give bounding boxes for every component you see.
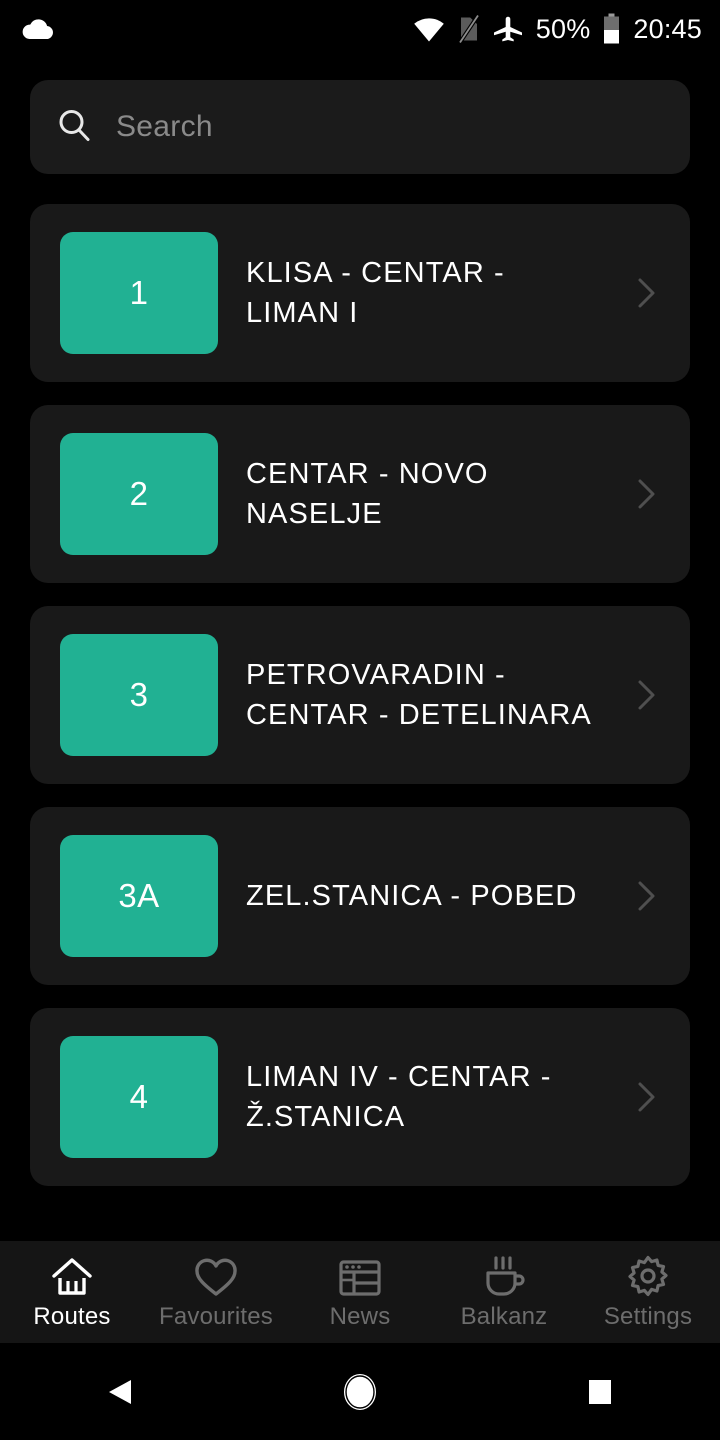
cloud-icon	[20, 17, 54, 41]
chevron-right-icon[interactable]	[630, 876, 664, 916]
search-icon	[56, 107, 92, 148]
nav-item-label: Routes	[33, 1302, 111, 1330]
route-number-badge: 4	[60, 1036, 218, 1158]
nav-item-news[interactable]: News	[288, 1241, 432, 1343]
battery-half-icon	[603, 13, 620, 45]
nav-item-settings[interactable]: Settings	[576, 1241, 720, 1343]
wifi-icon	[413, 16, 445, 42]
route-list: 1 KLISA - CENTAR - LIMAN I 2 CENTAR - NOVO …	[0, 174, 720, 1186]
android-system-nav	[0, 1343, 720, 1440]
bottom-navigation: Routes Favourites News Balkanz Settings	[0, 1241, 720, 1343]
nav-item-label: Balkanz	[460, 1302, 548, 1330]
home-icon	[48, 1256, 96, 1298]
route-card[interactable]: 1 KLISA - CENTAR - LIMAN I	[30, 204, 690, 382]
route-card[interactable]: 3 PETROVARADIN - CENTAR - DETELINARA	[30, 606, 690, 784]
route-name-label: PETROVARADIN - CENTAR - DETELINARA	[246, 658, 592, 731]
route-name-label: ZEL.STANICA - POBED	[246, 879, 578, 912]
route-number-label: 4	[129, 1078, 149, 1115]
status-bar: 50% 20:45	[0, 0, 720, 58]
airplane-mode-icon	[493, 15, 523, 43]
route-card[interactable]: 4 LIMAN IV - CENTAR - Ž.STANICA	[30, 1008, 690, 1186]
route-number-label: 2	[129, 475, 149, 512]
chevron-right-icon[interactable]	[630, 675, 664, 715]
search-input[interactable]: Search	[116, 110, 213, 144]
route-number-badge: 1	[60, 232, 218, 354]
status-bar-right: 50% 20:45	[413, 13, 702, 45]
newspaper-icon	[337, 1256, 383, 1298]
chevron-right-icon[interactable]	[630, 273, 664, 313]
coffee-cup-icon	[481, 1255, 527, 1298]
route-card[interactable]: 2 CENTAR - NOVO NASELJE	[30, 405, 690, 583]
route-card[interactable]: 3A ZEL.STANICA - POBED	[30, 807, 690, 985]
back-triangle-icon[interactable]	[0, 1374, 240, 1410]
status-bar-left	[20, 17, 54, 41]
app-root: 50% 20:45 Search 1 KLISA - CENTAR - LIMA…	[0, 0, 720, 1440]
search-section: Search	[0, 58, 720, 174]
clock-label: 20:45	[633, 13, 702, 44]
nav-item-label: Settings	[603, 1302, 693, 1330]
route-name-label: KLISA - CENTAR - LIMAN I	[246, 256, 505, 329]
nav-item-label: News	[329, 1302, 391, 1330]
route-number-label: 1	[129, 274, 149, 311]
nav-item-label: Favourites	[158, 1302, 274, 1330]
battery-percent-label: 50%	[535, 13, 591, 44]
chevron-right-icon[interactable]	[630, 474, 664, 514]
gear-icon	[625, 1255, 671, 1298]
recents-square-icon[interactable]	[480, 1375, 720, 1409]
route-name-label: LIMAN IV - CENTAR - Ž.STANICA	[246, 1060, 552, 1133]
route-number-label: 3	[129, 676, 149, 713]
route-number-badge: 3A	[60, 835, 218, 957]
nav-item-routes[interactable]: Routes	[0, 1241, 144, 1343]
route-number-badge: 2	[60, 433, 218, 555]
route-name-label: CENTAR - NOVO NASELJE	[246, 457, 489, 530]
route-number-badge: 3	[60, 634, 218, 756]
route-number-label: 3A	[118, 877, 160, 914]
nav-item-balkanz[interactable]: Balkanz	[432, 1241, 576, 1343]
search-bar[interactable]: Search	[30, 80, 690, 174]
heart-icon	[193, 1256, 239, 1298]
nav-item-favourites[interactable]: Favourites	[144, 1241, 288, 1343]
no-sim-icon	[458, 14, 480, 44]
chevron-right-icon[interactable]	[630, 1077, 664, 1117]
home-circle-icon[interactable]	[240, 1371, 480, 1413]
